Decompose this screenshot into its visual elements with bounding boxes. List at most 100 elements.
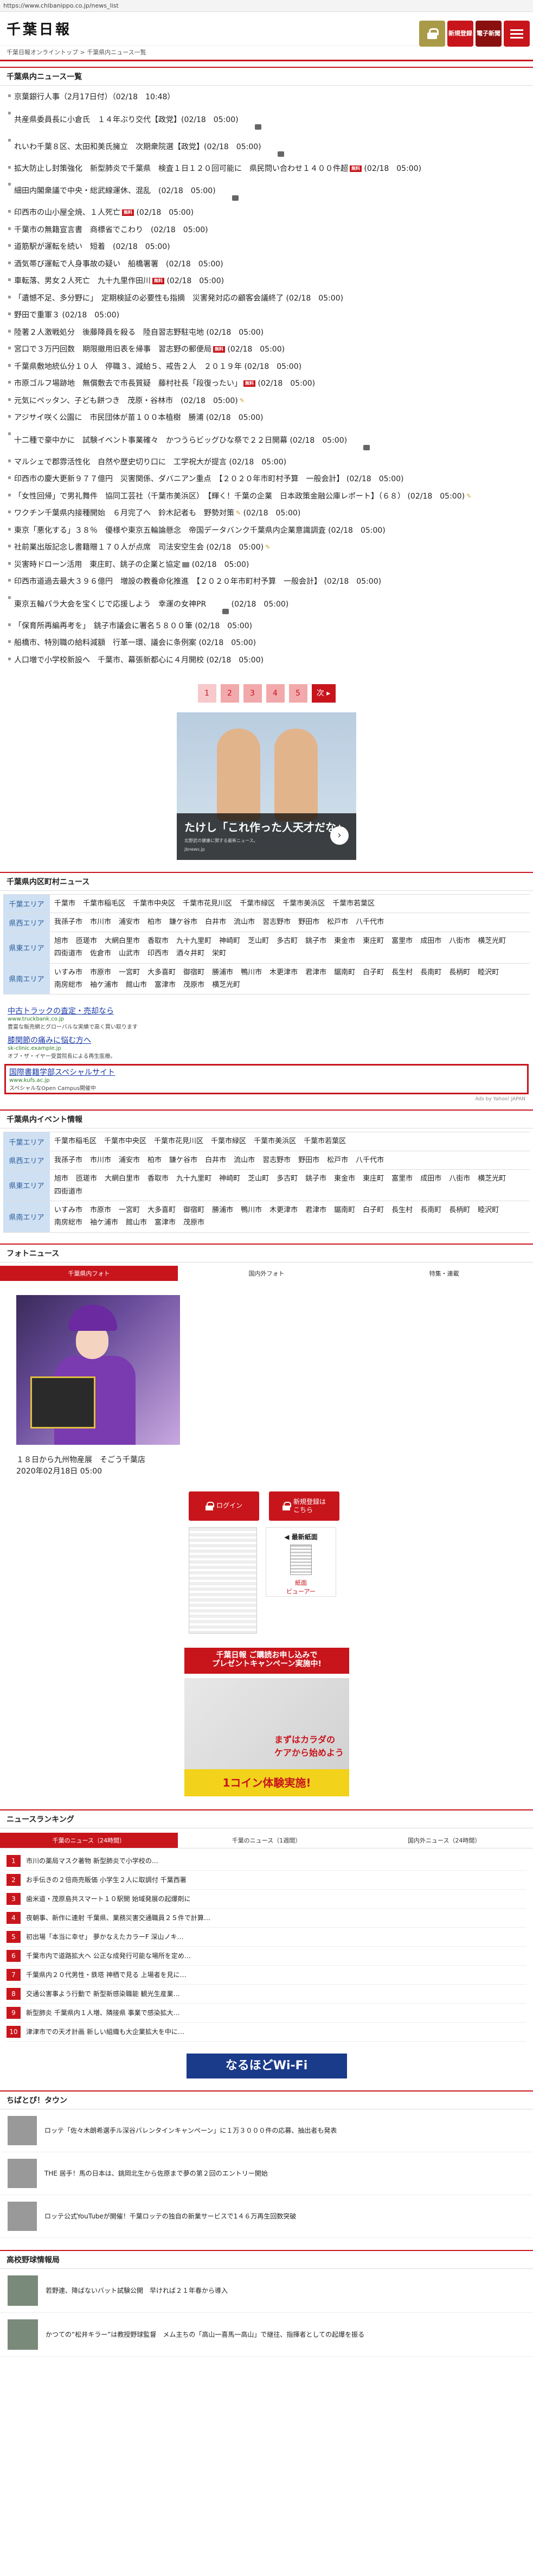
area-link[interactable]: 成田市 (420, 1175, 441, 1183)
area-link[interactable]: 神崎町 (219, 937, 240, 945)
ranking-item[interactable]: 8 交通公害事よう行動で 新型新感染職能 観光生産業… (7, 1985, 526, 2004)
area-link[interactable]: 市原市 (90, 1206, 111, 1214)
area-link[interactable]: 袖ケ浦市 (90, 981, 118, 989)
news-item[interactable]: アジサイ咲く公園に 市民団体が苗１００本植樹 勝浦 (02/18 05:00) (8, 410, 528, 427)
photo-news-image[interactable] (16, 1295, 180, 1445)
news-item[interactable]: 「女性回帰」で男礼舞件 協同工芸社（千葉市美浜区） 【輝く！千葉の企業 日本政策… (8, 488, 528, 506)
area-link[interactable]: 一宮町 (119, 968, 140, 977)
news-item[interactable]: 船橋市、特別職の給料減額 行革一環、議会に条例案 (02/18 05:00) (8, 635, 528, 652)
area-link[interactable]: 鋸南町 (334, 968, 355, 977)
gym-ad[interactable]: まずはカラダの ケアから始めよう 1コイン体験実施! (184, 1678, 349, 1796)
page-link[interactable]: 1 (197, 684, 216, 703)
next-page-button[interactable]: 次 ▸ (311, 684, 336, 703)
area-link[interactable]: 神崎町 (219, 1175, 240, 1183)
area-link[interactable]: 千葉市花見川区 (154, 1137, 203, 1145)
town-item[interactable]: ロッテ「佐々木朗希選手ル深谷バレンタインキャンペーン」に１万３０００件の応募、抽… (0, 2109, 533, 2152)
news-item[interactable]: 道筋駅が運転を続い 短着 (02/18 05:00) (8, 239, 528, 256)
area-link[interactable]: 長南町 (420, 1206, 441, 1214)
area-link[interactable]: 酒々井町 (176, 949, 204, 958)
news-item[interactable]: 細田内閣衆議で中央・総武線運休、混乱 (02/18 05:00) (8, 177, 528, 205)
area-link[interactable]: 千葉市緑区 (211, 1137, 246, 1145)
area-link[interactable]: 市川市 (90, 1156, 111, 1164)
news-item[interactable]: 元気にペッタン、子ども餅つき 茂原・谷林市 (02/18 05:00)✎ (8, 393, 528, 410)
area-link[interactable]: 千葉市花見川区 (183, 900, 232, 908)
area-link[interactable]: 印西市 (147, 949, 169, 958)
hs-item[interactable]: かつての“松井キラー”は教授野球監督 メム主ちの「高山一喜馬一高山」で継往、指揮… (0, 2313, 533, 2357)
area-link[interactable]: 大網白里市 (105, 937, 140, 945)
area-link[interactable]: 市川市 (90, 918, 111, 926)
area-link[interactable]: 長南町 (420, 968, 441, 977)
tab-features[interactable]: 特集・連載 (355, 1265, 533, 1281)
area-link[interactable]: 東庄町 (363, 1175, 384, 1183)
area-link[interactable]: 君津市 (305, 1206, 326, 1214)
news-item[interactable]: 陸著２人激戦処分 後藤降員を殺る 陸自習志野駐屯地 (02/18 05:00) (8, 324, 528, 342)
e-paper-button[interactable]: 電子新聞 (476, 21, 502, 47)
hamburger-menu-button[interactable] (504, 21, 530, 47)
new-register-button[interactable]: 新規登録は こちら (269, 1491, 339, 1521)
area-link[interactable]: 野田市 (298, 918, 319, 926)
area-link[interactable]: 習志野市 (262, 918, 291, 926)
area-link[interactable]: 四街道市 (54, 949, 82, 958)
news-item[interactable]: 災害時ドローン活用 東庄町、銚子の企業と協定 (02/18 05:00) (8, 557, 528, 574)
area-link[interactable]: 白井市 (205, 918, 226, 926)
area-link[interactable]: 横芝光町 (478, 1175, 506, 1183)
area-link[interactable]: 旭市 (54, 937, 68, 945)
site-logo[interactable]: 千葉日報 (7, 18, 72, 39)
area-link[interactable]: 銚子市 (305, 937, 326, 945)
area-link[interactable]: 鎌ケ谷市 (169, 1156, 197, 1164)
text-ad[interactable]: 中古トラックの査定・売却なら www.truckbank.co.jp 豊富な販売網と… (8, 1005, 525, 1030)
area-link[interactable]: 千葉市美浜区 (254, 1137, 296, 1145)
area-link[interactable]: 勝浦市 (212, 968, 233, 977)
news-item[interactable]: 印西市の山小屋全焼、１人死亡無料 (02/18 05:00) (8, 205, 528, 222)
ranking-item[interactable]: 4 夜朝事、新作に連射 千葉県、業務災害交通職員２５件で計算… (7, 1909, 526, 1928)
area-link[interactable]: 東金市 (334, 1175, 355, 1183)
news-item[interactable]: 十二種で豪中かに 試験イベント事業確々 かつうらビッグひな祭で２２日開幕 (02… (8, 427, 528, 454)
ranking-item[interactable]: 7 千葉県内２０代男性・鉄塔 神栖で見る 上場者を見に… (7, 1966, 526, 1985)
area-link[interactable]: 流山市 (234, 918, 255, 926)
news-item[interactable]: 宮口で３万円回数 期限撤用旧表を帰事 習志野の郵便局無料 (02/18 05:0… (8, 341, 528, 359)
area-link[interactable]: 千葉市中央区 (104, 1137, 146, 1145)
area-link[interactable]: 長柄町 (449, 1206, 470, 1214)
area-link[interactable]: 銚子市 (305, 1175, 326, 1183)
news-item[interactable]: マルシェで郡雰活性化 自然や歴史切り口に 工学祝大が提言 (02/18 05:0… (8, 454, 528, 471)
area-link[interactable]: 成田市 (420, 937, 441, 945)
area-link[interactable]: 茂原市 (183, 981, 204, 989)
text-ad[interactable]: 膝関節の痛みに悩む方へ sk-clinic.example.jp オブ・ザ・イヤー受… (8, 1035, 525, 1060)
area-link[interactable]: 富里市 (391, 937, 413, 945)
area-link[interactable]: 千葉市美浜区 (282, 900, 325, 908)
area-link[interactable]: 香取市 (147, 937, 169, 945)
login-lock-button[interactable] (419, 21, 445, 47)
tab-rank-national[interactable]: 国内外ニュース（24時間） (355, 1832, 533, 1848)
newspaper-thumbnail[interactable] (189, 1527, 257, 1634)
area-link[interactable]: 匝瑳市 (76, 937, 97, 945)
page-link[interactable]: 5 (288, 684, 307, 703)
news-item[interactable]: 「遺憾不足、多分野に」 定期検証の必要性も指摘 災害発対応の顧客会議終了 (02… (8, 290, 528, 308)
area-link[interactable]: 八街市 (449, 1175, 470, 1183)
area-link[interactable]: 御宿町 (183, 968, 204, 977)
breadcrumb[interactable]: 千葉日報オンライントップ > 千葉県内ニュース一覧 (0, 46, 533, 61)
wifi-banner[interactable]: なるほどWi-Fi (186, 2053, 347, 2078)
area-link[interactable]: 南房総市 (54, 981, 82, 989)
ranking-item[interactable]: 9 新型肺炎 千葉県内１人増、隣接県 事業で感染拡大… (7, 2004, 526, 2023)
browser-url-bar[interactable]: https://www.chibanippo.co.jp/news_list (0, 0, 533, 12)
news-item[interactable]: 野田で重軍３ (02/18 05:00) (8, 307, 528, 324)
news-item[interactable]: 共産県委員長に小倉氏 １４年ぶり交代【政党】(02/18 05:00) (8, 106, 528, 133)
area-link[interactable]: 長柄町 (449, 968, 470, 977)
area-link[interactable]: 睦沢町 (478, 968, 499, 977)
news-item[interactable]: 印西市の慶大更新９７７億円 災害関係、ダバニアン重点 【２０２０年市町村予算 一… (8, 471, 528, 488)
area-link[interactable]: 我孫子市 (54, 918, 82, 926)
area-link[interactable]: 一宮町 (119, 1206, 140, 1214)
area-link[interactable]: 八千代市 (356, 918, 384, 926)
paper-viewer[interactable]: ◀ 最新紙面 紙面 ビューアー (266, 1527, 336, 1597)
area-link[interactable]: 山武市 (119, 949, 140, 958)
news-item[interactable]: 京葉銀行人事（2月17日付）（02/18 10:48） (8, 89, 528, 106)
news-item[interactable]: 人口増で小学校新設へ 千葉市、幕張新都心に４月開校 (02/18 05:00) (8, 652, 528, 669)
area-link[interactable]: 木更津市 (269, 1206, 298, 1214)
area-link[interactable]: 多古町 (277, 1175, 298, 1183)
area-link[interactable]: 千葉市若葉区 (304, 1137, 346, 1145)
area-link[interactable]: 千葉市緑区 (240, 900, 275, 908)
register-button[interactable]: 新規登録 (447, 21, 473, 47)
area-link[interactable]: 千葉市稲毛区 (54, 1137, 97, 1145)
area-link[interactable]: 白子町 (363, 968, 384, 977)
ranking-item[interactable]: 10 津津市での天才計画 新しい組織も大企業拡大を中に… (7, 2023, 526, 2042)
